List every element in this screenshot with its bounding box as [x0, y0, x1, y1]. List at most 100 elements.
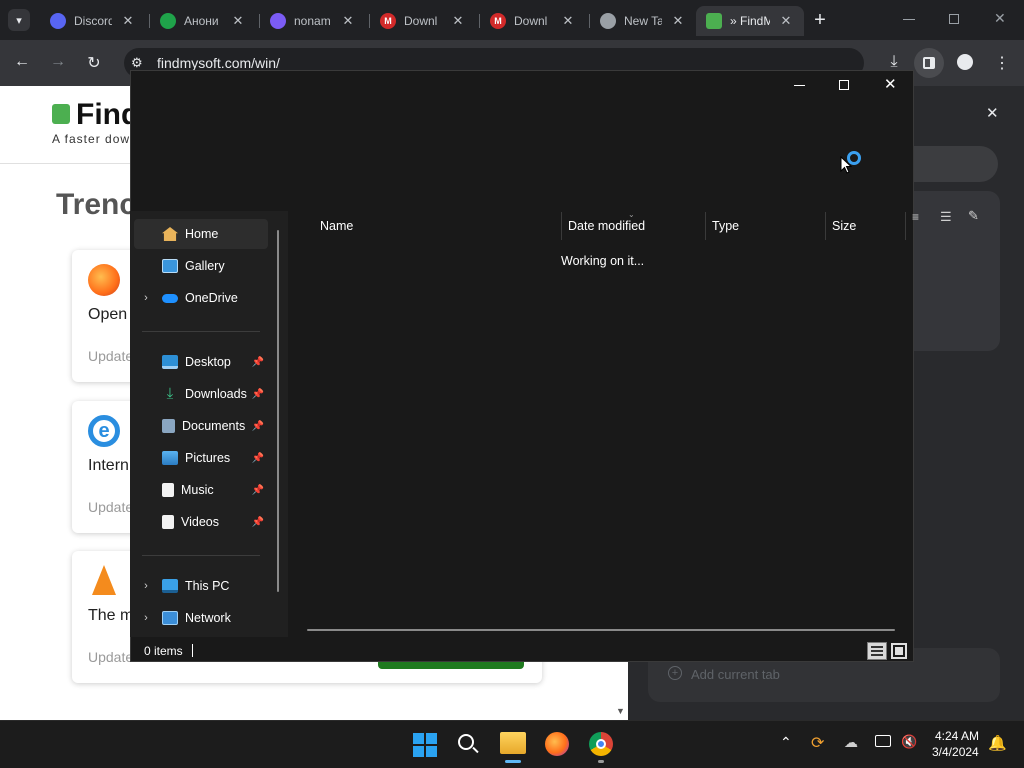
- back-arrow-icon[interactable]: ←: [11, 53, 33, 71]
- dialog-close-icon[interactable]: ✕: [884, 75, 897, 93]
- forward-arrow-icon[interactable]: →: [47, 53, 69, 71]
- pin-icon[interactable]: 📌: [252, 453, 264, 464]
- nav-item-this-pc[interactable]: › This PC: [134, 571, 268, 601]
- firefox-taskbar-icon[interactable]: [545, 732, 569, 756]
- sync-icon[interactable]: ⟳: [811, 733, 824, 753]
- tab-search-button[interactable]: ▾: [8, 9, 30, 31]
- nav-label: Home: [185, 227, 219, 241]
- dialog-maximize-icon[interactable]: [839, 80, 849, 90]
- horizontal-scrollbar[interactable]: [307, 629, 895, 631]
- side-panel-list: [914, 191, 1000, 351]
- start-windows-icon[interactable]: [413, 733, 437, 757]
- nav-item-videos[interactable]: Videos 📌: [134, 507, 268, 537]
- browser-tab[interactable]: New Ta ✕: [590, 6, 696, 36]
- clock-time[interactable]: 4:24 AM: [935, 729, 979, 743]
- nav-label: Desktop: [185, 355, 231, 369]
- close-tab-icon[interactable]: ✕: [670, 13, 686, 29]
- cloud-offline-icon[interactable]: ☁: [844, 734, 858, 751]
- nav-item-downloads[interactable]: ⤓ Downloads 📌: [134, 379, 268, 409]
- nav-label: Gallery: [185, 259, 225, 273]
- chrome-taskbar-icon[interactable]: [589, 732, 613, 756]
- edit-pencil-icon[interactable]: ✎: [968, 208, 979, 224]
- nav-item-gallery[interactable]: Gallery: [134, 251, 268, 281]
- close-tab-icon[interactable]: ✕: [778, 13, 794, 29]
- close-tab-icon[interactable]: ✕: [450, 13, 466, 29]
- close-tab-icon[interactable]: ✕: [230, 13, 246, 29]
- show-hidden-icons-icon[interactable]: ⌃: [780, 734, 792, 751]
- browser-tab[interactable]: nonam ✕: [260, 6, 366, 36]
- vlc-icon: [92, 565, 116, 595]
- nav-item-onedrive[interactable]: › OneDrive: [134, 283, 268, 313]
- column-header-type[interactable]: Type: [706, 212, 826, 240]
- add-current-tab-button[interactable]: Add current tab: [691, 667, 780, 682]
- add-icon[interactable]: +: [668, 666, 682, 680]
- pin-icon[interactable]: 📌: [252, 517, 264, 528]
- details-view-icon[interactable]: [867, 642, 887, 660]
- close-tab-icon[interactable]: ✕: [120, 13, 136, 29]
- list-view-icon[interactable]: ☰: [940, 209, 952, 225]
- column-header-name[interactable]: Name: [314, 212, 562, 240]
- loading-status-text: Working on it...: [561, 254, 645, 268]
- thumbnail-view-icon[interactable]: [891, 643, 907, 659]
- expand-chevron-icon[interactable]: ›: [138, 612, 154, 624]
- filter-icon[interactable]: ≡: [912, 210, 919, 224]
- chrome-running-indicator: [598, 760, 604, 763]
- page-scrollbar-arrow-icon[interactable]: ▼: [616, 706, 625, 716]
- pin-icon[interactable]: 📌: [252, 357, 264, 368]
- dialog-minimize-icon[interactable]: [794, 85, 805, 86]
- nav-item-network[interactable]: › Network: [134, 603, 268, 633]
- site-tagline: A faster dow: [52, 132, 131, 146]
- column-header-size[interactable]: Size: [826, 212, 906, 240]
- display-icon[interactable]: [875, 735, 891, 747]
- expand-chevron-icon[interactable]: ›: [138, 292, 154, 304]
- side-panel-search[interactable]: [900, 146, 998, 182]
- url-text[interactable]: findmysoft.com/win/: [157, 55, 280, 71]
- volume-muted-icon[interactable]: 🔇: [901, 734, 917, 750]
- browser-tab[interactable]: M Downl ✕: [370, 6, 476, 36]
- browser-tab-strip: ▾ Discord ✕ Анони ✕ nonam ✕ M Downl ✕ M …: [0, 0, 1024, 40]
- card-title: The m: [88, 607, 134, 624]
- file-explorer-taskbar-icon[interactable]: [500, 732, 526, 754]
- browser-tab-active[interactable]: » FindM ✕: [696, 6, 804, 36]
- chat-icon: [160, 13, 176, 29]
- nav-label: Pictures: [185, 451, 231, 465]
- side-panel-icon[interactable]: [914, 48, 944, 78]
- pin-icon[interactable]: 📌: [252, 485, 264, 496]
- nav-item-home[interactable]: Home: [134, 219, 268, 249]
- nav-label: Downloads: [185, 387, 247, 401]
- close-tab-icon[interactable]: ✕: [560, 13, 576, 29]
- expand-chevron-icon[interactable]: ›: [138, 580, 154, 592]
- column-header-date-modified[interactable]: Date modified ⌄: [562, 210, 706, 240]
- new-tab-button[interactable]: +: [810, 8, 830, 32]
- onedrive-cloud-icon: [162, 293, 178, 303]
- nav-item-documents[interactable]: Documents 📌: [134, 411, 268, 441]
- nav-item-music[interactable]: Music 📌: [134, 475, 268, 505]
- close-side-panel-icon[interactable]: ✕: [986, 104, 999, 122]
- close-tab-icon[interactable]: ✕: [340, 13, 356, 29]
- documents-icon: [162, 419, 175, 433]
- restore-window-icon[interactable]: [949, 14, 959, 24]
- desktop-icon: [162, 355, 178, 369]
- notification-bell-icon[interactable]: 🔔: [988, 734, 1007, 752]
- browser-tab[interactable]: Discord ✕: [40, 6, 146, 36]
- reload-icon[interactable]: ↻: [83, 53, 105, 73]
- minimize-window-icon[interactable]: [903, 19, 915, 20]
- browser-tab[interactable]: M Downl ✕: [480, 6, 586, 36]
- pin-icon[interactable]: 📌: [252, 389, 264, 400]
- findmysoft-icon: [706, 13, 722, 29]
- download-button[interactable]: [378, 661, 524, 669]
- nav-item-desktop[interactable]: Desktop 📌: [134, 347, 268, 377]
- nav-pane-scrollbar[interactable]: [277, 230, 279, 592]
- clock-date[interactable]: 3/4/2024: [932, 745, 979, 759]
- pin-icon[interactable]: 📌: [252, 421, 264, 432]
- download-icon[interactable]: ⤓: [883, 53, 905, 71]
- close-window-icon[interactable]: ✕: [994, 10, 1006, 27]
- browser-tab[interactable]: Анони ✕: [150, 6, 256, 36]
- nav-item-pictures[interactable]: Pictures 📌: [134, 443, 268, 473]
- tab-title: nonam: [294, 14, 331, 28]
- videos-file-icon: [162, 515, 174, 529]
- more-menu-icon[interactable]: ⋮: [991, 53, 1013, 73]
- site-settings-icon[interactable]: ⚙: [131, 55, 143, 71]
- item-count: 0 items: [144, 644, 183, 658]
- profile-avatar-icon[interactable]: [957, 54, 973, 70]
